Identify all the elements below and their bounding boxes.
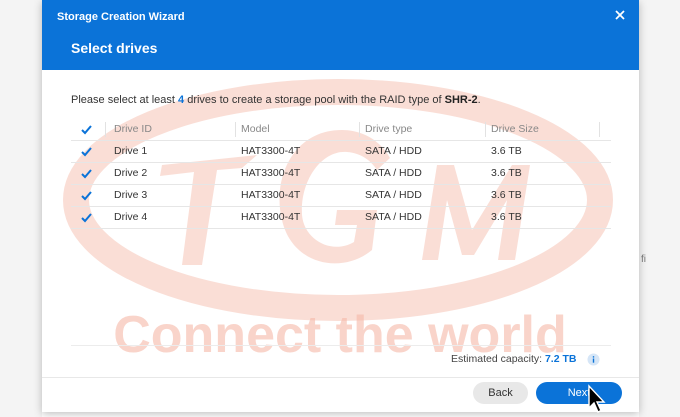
table-row[interactable]: Drive 4 HAT3300-4T SATA / HDD 3.6 TB	[71, 207, 611, 229]
screenshot: fi Storage Creation Wizard Select drives…	[0, 0, 680, 417]
info-icon[interactable]	[587, 353, 600, 366]
background-left	[0, 0, 42, 417]
column-divider	[105, 122, 106, 137]
capacity-label: Estimated capacity:	[451, 353, 545, 365]
estimated-capacity: Estimated capacity: 7.2 TB	[451, 353, 576, 365]
select-all-cell	[80, 119, 96, 140]
drive-id: Drive 3	[114, 189, 148, 201]
header-drive-size[interactable]: Drive Size	[491, 119, 539, 140]
header-drive-id[interactable]: Drive ID	[114, 119, 152, 140]
capacity-value: 7.2 TB	[544, 353, 577, 365]
back-button[interactable]: Back	[473, 382, 528, 404]
row-check-cell	[80, 163, 96, 184]
next-button[interactable]: Next	[536, 382, 622, 404]
table-header-row: Drive ID Model Drive type Drive Size	[71, 119, 611, 141]
drive-type: SATA / HDD	[365, 145, 422, 157]
row-check-cell	[80, 141, 96, 162]
drive-id: Drive 2	[114, 167, 148, 179]
drive-type: SATA / HDD	[365, 189, 422, 201]
step-title: Select drives	[71, 40, 158, 56]
drive-checkbox[interactable]	[80, 189, 93, 202]
drives-table: Drive ID Model Drive type Drive Size Dri…	[71, 119, 611, 229]
drive-id: Drive 4	[114, 211, 148, 223]
dialog-title: Storage Creation Wizard	[57, 11, 185, 23]
drive-size: 3.6 TB	[491, 211, 522, 223]
column-divider	[235, 122, 236, 137]
drive-model: HAT3300-4T	[241, 167, 301, 179]
background-edge-text: fi	[641, 254, 646, 265]
column-divider	[485, 122, 486, 137]
drive-model: HAT3300-4T	[241, 145, 301, 157]
drive-id: Drive 1	[114, 145, 148, 157]
drive-model: HAT3300-4T	[241, 189, 301, 201]
table-row[interactable]: Drive 1 HAT3300-4T SATA / HDD 3.6 TB	[71, 141, 611, 163]
dialog-header: Storage Creation Wizard Select drives	[42, 0, 639, 70]
instruction-raid-type: SHR-2	[444, 94, 478, 106]
background-right	[639, 0, 680, 417]
drive-type: SATA / HDD	[365, 167, 422, 179]
drive-type: SATA / HDD	[365, 211, 422, 223]
drive-size: 3.6 TB	[491, 145, 522, 157]
instruction-middle: drives to create a storage pool with the…	[184, 94, 445, 106]
drive-model: HAT3300-4T	[241, 211, 301, 223]
select-all-checkbox[interactable]	[80, 123, 93, 136]
actions-divider	[42, 377, 639, 378]
close-icon[interactable]	[612, 7, 628, 23]
header-drive-type[interactable]: Drive type	[365, 119, 412, 140]
drive-checkbox[interactable]	[80, 167, 93, 180]
column-divider	[359, 122, 360, 137]
instruction-suffix: .	[477, 94, 481, 106]
drive-checkbox[interactable]	[80, 211, 93, 224]
header-model[interactable]: Model	[241, 119, 270, 140]
drive-size: 3.6 TB	[491, 167, 522, 179]
row-check-cell	[80, 207, 96, 228]
instruction-prefix: Please select at least	[71, 94, 179, 106]
row-check-cell	[80, 185, 96, 206]
instruction-text: Please select at least 4 drives to creat…	[71, 94, 481, 106]
drive-size: 3.6 TB	[491, 189, 522, 201]
table-row[interactable]: Drive 2 HAT3300-4T SATA / HDD 3.6 TB	[71, 163, 611, 185]
drive-checkbox[interactable]	[80, 145, 93, 158]
column-divider	[599, 122, 600, 137]
content-divider	[71, 345, 611, 346]
storage-creation-wizard-dialog: Storage Creation Wizard Select drives Co…	[42, 0, 639, 412]
table-row[interactable]: Drive 3 HAT3300-4T SATA / HDD 3.6 TB	[71, 185, 611, 207]
